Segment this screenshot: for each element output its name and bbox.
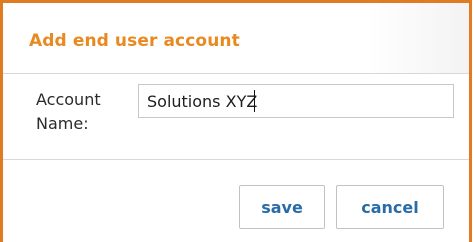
cancel-button[interactable]: cancel <box>336 185 444 229</box>
account-name-label: Account Name: <box>36 88 126 136</box>
dialog-header: Add end user account <box>3 3 469 73</box>
text-caret <box>254 90 255 112</box>
header-divider <box>3 73 469 74</box>
add-end-user-account-dialog: Add end user account Account Name: save … <box>0 0 472 242</box>
dialog-title: Add end user account <box>29 31 240 51</box>
save-button[interactable]: save <box>239 185 325 229</box>
account-name-label-line2: Name: <box>36 114 89 133</box>
account-name-label-line1: Account <box>36 90 101 109</box>
account-name-input[interactable] <box>138 84 454 118</box>
footer-divider <box>3 159 469 160</box>
